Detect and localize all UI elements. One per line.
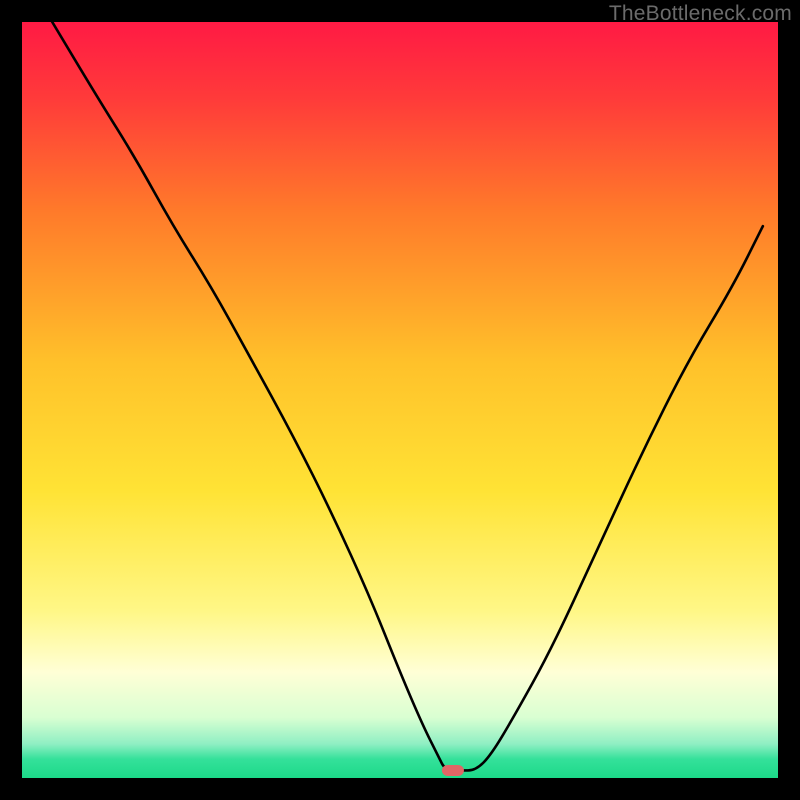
chart-background [22,22,778,778]
chart-container: TheBottleneck.com [0,0,800,800]
attribution-label: TheBottleneck.com [609,2,792,26]
optimal-point-marker [442,765,464,776]
bottleneck-chart [0,0,800,800]
